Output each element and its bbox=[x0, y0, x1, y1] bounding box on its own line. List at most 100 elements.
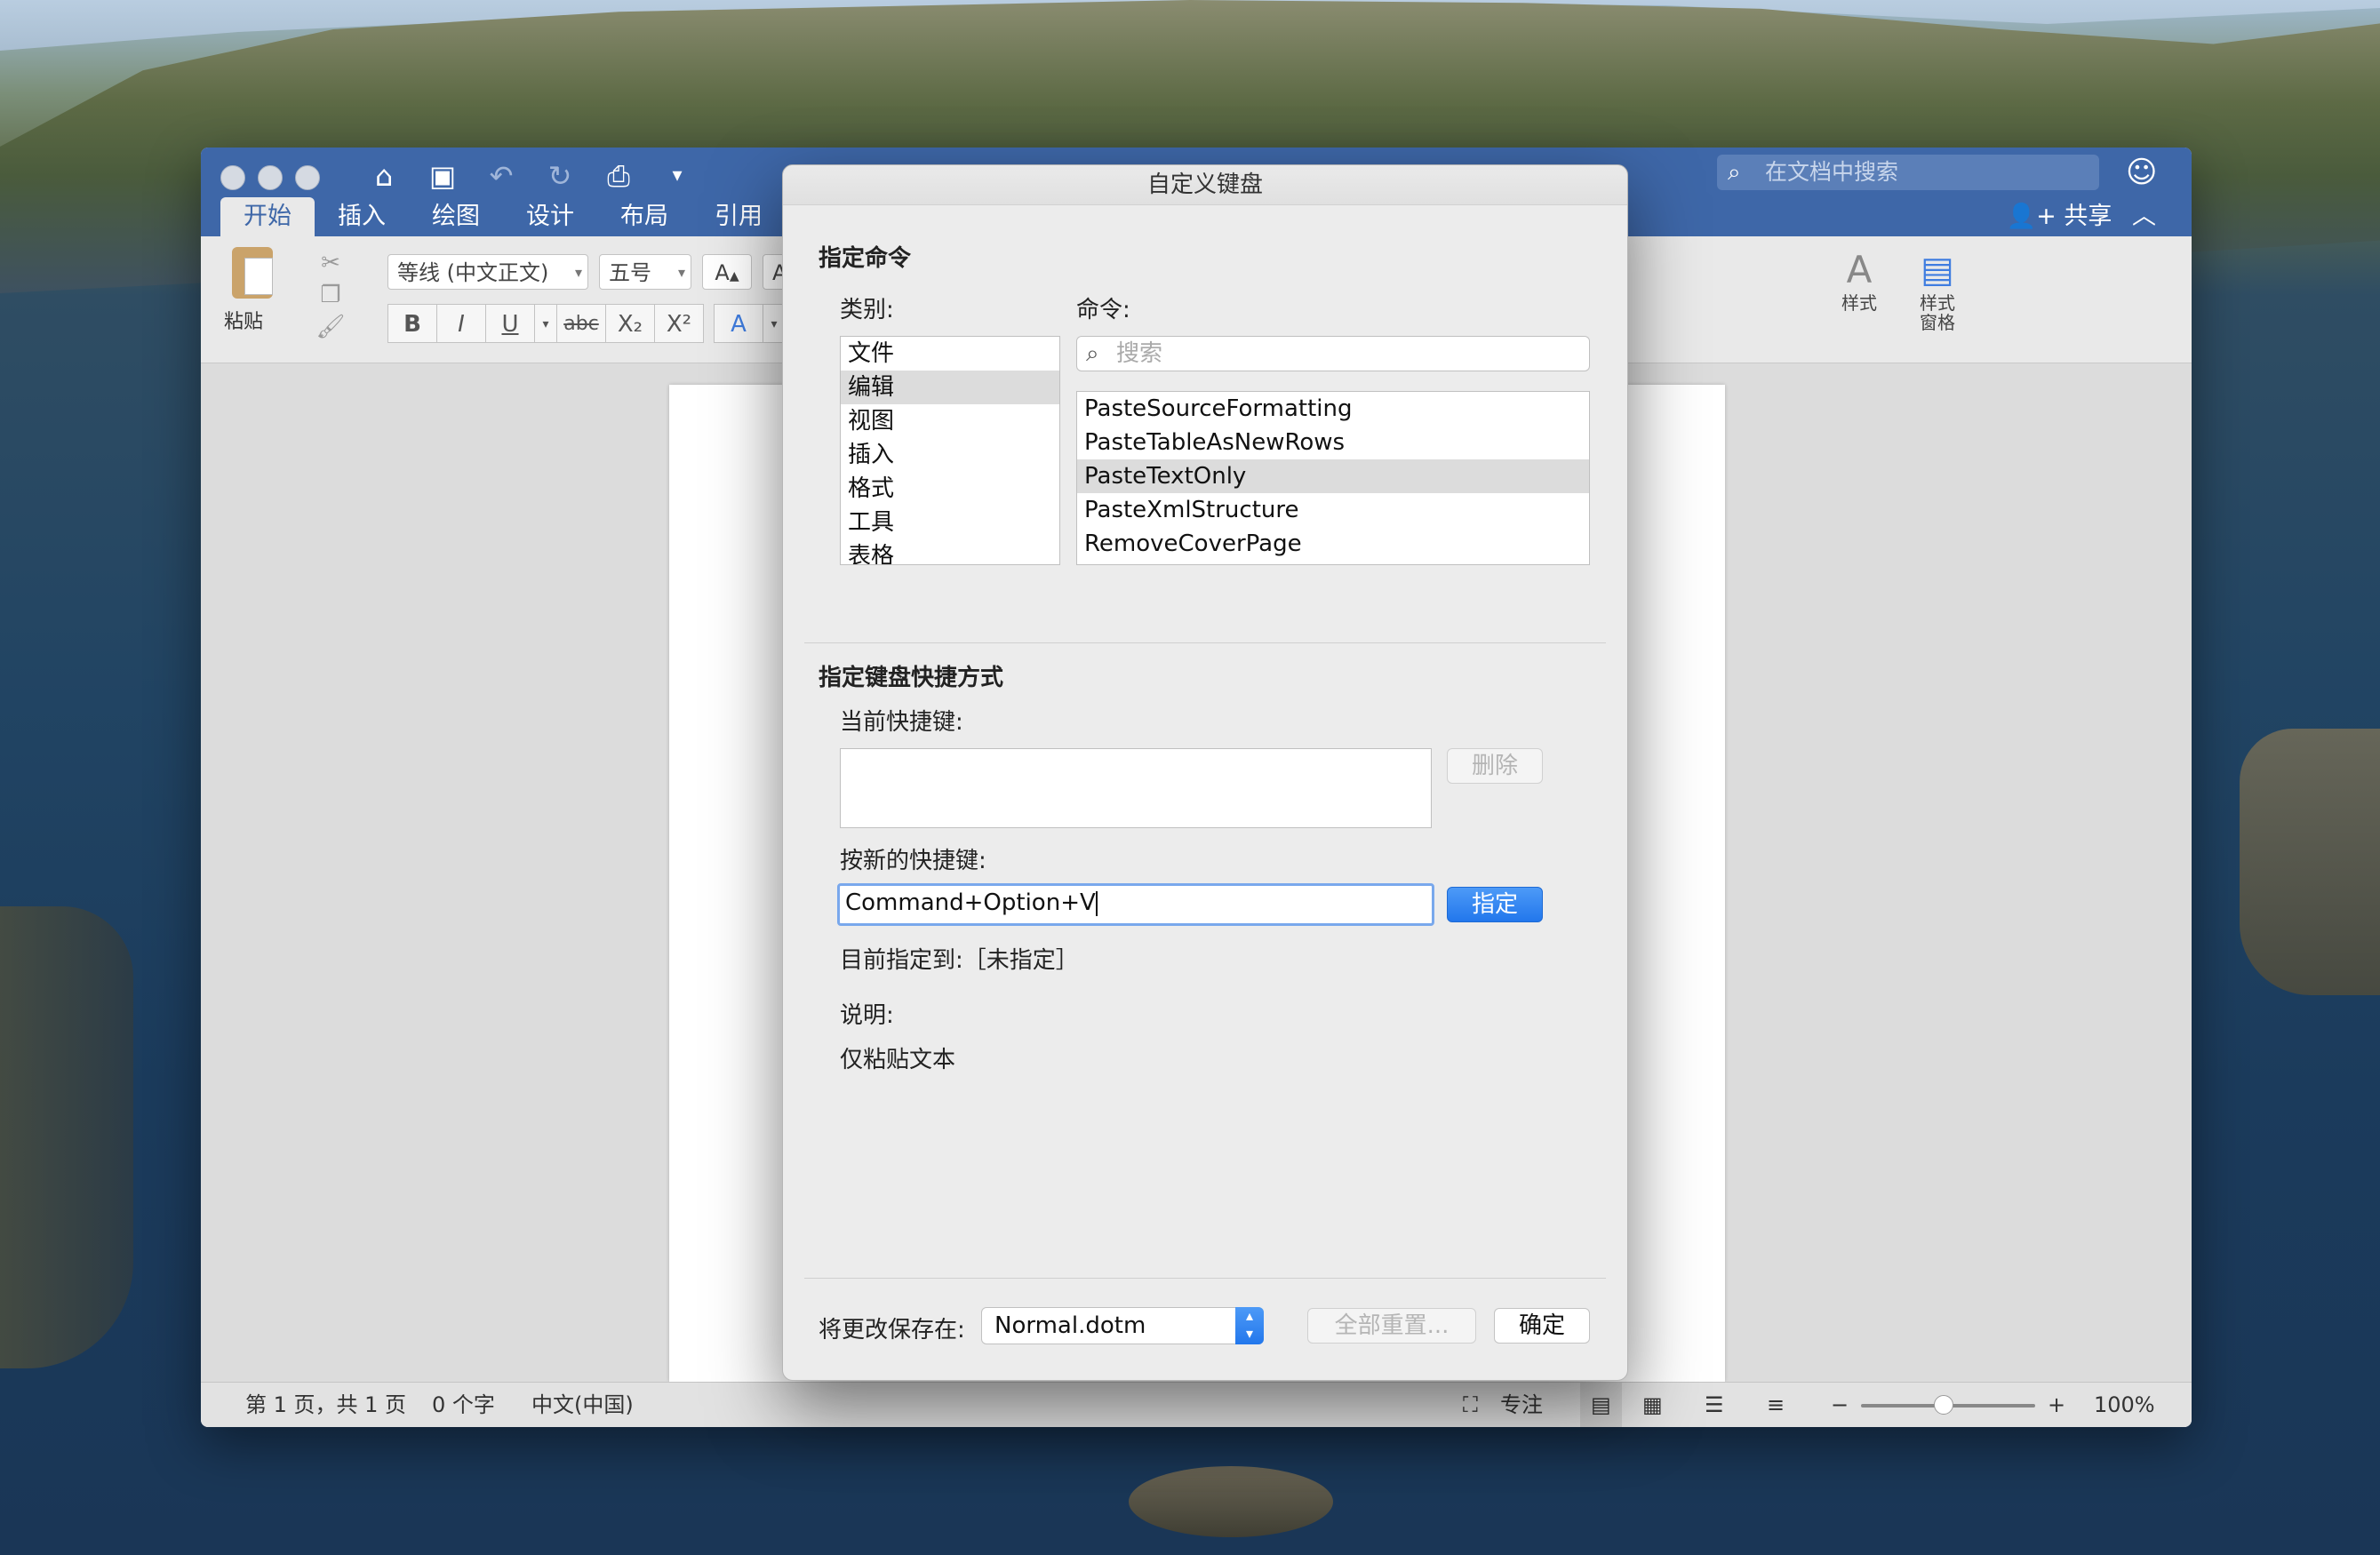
copy-icon[interactable]: ❐ bbox=[313, 279, 348, 311]
list-item[interactable]: PasteTextOnly bbox=[1077, 459, 1589, 493]
save-in-label: 将更改保存在: bbox=[819, 1317, 965, 1344]
undo-icon[interactable]: ↶ bbox=[483, 158, 519, 194]
styles-button[interactable]: A 样式 bbox=[1824, 247, 1895, 313]
outline-icon[interactable]: ☰ bbox=[1705, 1383, 1724, 1427]
list-item[interactable]: 工具 bbox=[841, 506, 1059, 539]
tab-insert[interactable]: 插入 bbox=[315, 197, 409, 236]
list-item[interactable]: PasteTableAsNewRows bbox=[1077, 426, 1589, 459]
save-in-value: Normal.dotm bbox=[994, 1312, 1146, 1339]
font-name-select[interactable]: 等线 (中文正文) ▾ bbox=[387, 254, 588, 290]
minimize-window-button[interactable] bbox=[258, 165, 283, 190]
search-icon: ⌕ bbox=[1728, 159, 1741, 186]
tab-references[interactable]: 引用 bbox=[691, 197, 786, 236]
specify-command-heading: 指定命令 bbox=[819, 245, 912, 272]
format-painter-icon[interactable]: 🖌 bbox=[313, 311, 348, 343]
quick-access-toolbar: ⌂ ▣ ↶ ↻ ⎙ ▾ bbox=[366, 158, 695, 194]
description-label: 说明: bbox=[840, 1002, 894, 1029]
description-text: 仅粘贴文本 bbox=[840, 1047, 956, 1073]
new-shortcut-value: Command+Option+V bbox=[845, 889, 1096, 916]
desktop-rock-bottom bbox=[1129, 1466, 1333, 1537]
remove-button[interactable]: 删除 bbox=[1447, 748, 1543, 784]
redo-icon[interactable]: ↻ bbox=[542, 158, 578, 194]
list-item[interactable]: 插入 bbox=[841, 438, 1059, 472]
list-item[interactable]: PasteSourceFormatting bbox=[1077, 392, 1589, 426]
bold-button[interactable]: B bbox=[387, 304, 437, 343]
underline-button[interactable]: U bbox=[485, 304, 535, 343]
save-icon[interactable]: ▣ bbox=[425, 158, 460, 194]
web-layout-icon[interactable]: ▦ bbox=[1642, 1383, 1663, 1427]
clipboard-icon bbox=[232, 247, 273, 299]
new-shortcut-input[interactable]: Command+Option+V bbox=[837, 883, 1434, 926]
tab-design[interactable]: 设计 bbox=[503, 197, 597, 236]
format-buttons: B I U ▾ abc X₂ X² A ▾ bbox=[387, 304, 786, 343]
zoom-window-button[interactable] bbox=[295, 165, 320, 190]
superscript-button[interactable]: X² bbox=[654, 304, 704, 343]
customize-toolbar-icon[interactable]: ▾ bbox=[659, 158, 695, 194]
list-item[interactable]: 视图 bbox=[841, 404, 1059, 438]
search-icon: ⌕ bbox=[1086, 340, 1099, 367]
zoom-level: 100% bbox=[2094, 1392, 2155, 1417]
cut-icon[interactable]: ✂ bbox=[313, 247, 348, 279]
close-window-button[interactable] bbox=[220, 165, 245, 190]
window-controls bbox=[220, 165, 320, 190]
save-in-select[interactable]: Normal.dotm ▴ ▾ bbox=[981, 1307, 1264, 1344]
footer-divider bbox=[804, 1278, 1606, 1279]
list-item[interactable]: 编辑 bbox=[841, 371, 1059, 404]
focus-icon[interactable]: ⛶ bbox=[1463, 1383, 1478, 1427]
tab-home[interactable]: 开始 bbox=[220, 197, 315, 236]
print-layout-icon[interactable]: ▤ bbox=[1580, 1383, 1622, 1427]
commands-list[interactable]: PasteSourceFormatting PasteTableAsNewRow… bbox=[1076, 391, 1590, 565]
status-bar: 第 1 页，共 1 页 0 个字 中文(中国) ⛶ 专注 ▤ ▦ ☰ ≡ − +… bbox=[201, 1382, 2192, 1427]
font-size-select[interactable]: 五号 ▾ bbox=[599, 254, 691, 290]
subscript-button[interactable]: X₂ bbox=[605, 304, 655, 343]
dialog-title: 自定义键盘 bbox=[783, 165, 1627, 205]
currently-assigned-text: 目前指定到:［未指定］ bbox=[840, 947, 1079, 974]
assign-button[interactable]: 指定 bbox=[1447, 887, 1543, 922]
page-count: 第 1 页，共 1 页 bbox=[245, 1392, 407, 1417]
zoom-in-icon[interactable]: + bbox=[2048, 1383, 2065, 1427]
tab-draw[interactable]: 绘图 bbox=[409, 197, 503, 236]
reset-all-button[interactable]: 全部重置... bbox=[1307, 1308, 1476, 1344]
chevron-down-icon: ▾ bbox=[574, 264, 582, 281]
paste-button[interactable]: 粘贴 bbox=[224, 247, 281, 333]
desktop-rock-left bbox=[0, 906, 133, 1368]
home-icon[interactable]: ⌂ bbox=[366, 158, 402, 194]
categories-list[interactable]: 文件 编辑 视图 插入 格式 工具 表格 bbox=[840, 336, 1060, 565]
specify-shortcut-heading: 指定键盘快捷方式 bbox=[819, 665, 1004, 691]
focus-label[interactable]: 专注 bbox=[1500, 1383, 1543, 1427]
styles-pane-button[interactable]: ▤ 样式 窗格 bbox=[1902, 247, 1973, 332]
print-icon[interactable]: ⎙ bbox=[601, 158, 636, 194]
collapse-ribbon-icon[interactable]: ︿ bbox=[2132, 203, 2156, 230]
styles-icon: A bbox=[1846, 248, 1873, 291]
grow-font-button[interactable]: A▲ bbox=[702, 254, 752, 290]
document-search-input[interactable]: ⌕ 在文档中搜索 bbox=[1717, 155, 2099, 190]
text-effects-button[interactable]: A bbox=[714, 304, 763, 343]
zoom-out-icon[interactable]: − bbox=[1831, 1383, 1849, 1427]
strikethrough-button[interactable]: abc bbox=[556, 304, 606, 343]
commands-label: 命令: bbox=[1076, 297, 1130, 323]
list-item[interactable]: RemoveCoverPage bbox=[1077, 527, 1589, 561]
word-count: 0 个字 bbox=[432, 1392, 495, 1417]
underline-options-icon[interactable]: ▾ bbox=[534, 304, 557, 343]
customize-keyboard-dialog: 自定义键盘 指定命令 类别: 命令: 文件 编辑 视图 插入 格式 工具 表格 … bbox=[782, 164, 1628, 1381]
paste-label: 粘贴 bbox=[224, 311, 264, 333]
styles-pane-label: 样式 窗格 bbox=[1920, 292, 1955, 333]
feedback-smiley-icon[interactable]: ☺ bbox=[2126, 155, 2161, 190]
draft-icon[interactable]: ≡ bbox=[1767, 1383, 1785, 1427]
document-search-placeholder: 在文档中搜索 bbox=[1765, 159, 1899, 185]
tab-layout[interactable]: 布局 bbox=[597, 197, 691, 236]
share-button[interactable]: 👤+ 共享 ︿ bbox=[2007, 199, 2156, 235]
list-item[interactable]: 文件 bbox=[841, 337, 1059, 371]
font-size-value: 五号 bbox=[609, 260, 651, 285]
language-indicator[interactable]: 中文(中国) bbox=[531, 1383, 634, 1427]
zoom-slider-thumb[interactable] bbox=[1934, 1395, 1953, 1415]
font-row: 等线 (中文正文) ▾ 五号 ▾ A▲ A bbox=[387, 254, 789, 290]
list-item[interactable]: 表格 bbox=[841, 539, 1059, 564]
list-item[interactable]: PasteXmlStructure bbox=[1077, 493, 1589, 527]
categories-label: 类别: bbox=[840, 297, 894, 323]
italic-button[interactable]: I bbox=[436, 304, 486, 343]
list-item[interactable]: 格式 bbox=[841, 472, 1059, 506]
current-keys-list[interactable] bbox=[840, 748, 1432, 828]
ok-button[interactable]: 确定 bbox=[1494, 1308, 1590, 1344]
command-search-input[interactable]: ⌕ 搜索 bbox=[1076, 336, 1590, 371]
